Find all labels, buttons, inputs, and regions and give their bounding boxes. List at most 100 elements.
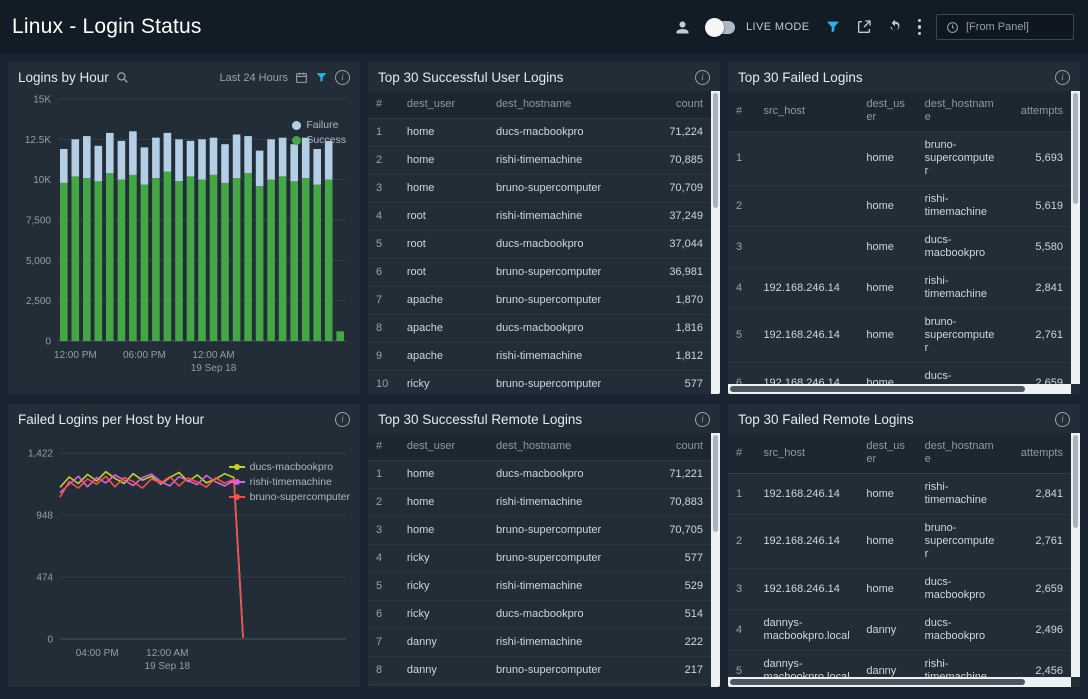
table-row[interactable]: 6rootbruno-supercomputer36,981 — [368, 259, 711, 287]
table-row[interactable]: 1homebruno-supercomputer5,693 — [728, 132, 1071, 186]
scrollbar-thumb[interactable] — [1073, 435, 1078, 528]
column-header[interactable]: dest_user — [858, 433, 916, 473]
table-row[interactable]: 2homerishi-timemachine5,619 — [728, 186, 1071, 227]
info-icon[interactable] — [1055, 412, 1070, 427]
svg-text:7,500: 7,500 — [26, 216, 51, 227]
table-row[interactable]: 5192.168.246.14homebruno-supercomputer2,… — [728, 309, 1071, 363]
column-header[interactable]: dest_user — [858, 91, 916, 131]
vertical-scrollbar[interactable] — [1071, 433, 1080, 677]
table-row[interactable]: 8apacheducs-macbookpro1,816 — [368, 315, 711, 343]
more-menu-icon[interactable] — [918, 19, 922, 36]
column-header[interactable]: count — [642, 433, 711, 460]
scrollbar-thumb[interactable] — [730, 679, 1025, 685]
cell: home — [858, 193, 916, 220]
export-icon[interactable] — [856, 19, 872, 35]
table-row[interactable]: 5rickyrishi-timemachine529 — [368, 573, 711, 601]
cell: home — [858, 576, 916, 603]
table-row[interactable]: 3homebruno-supercomputer70,709 — [368, 175, 711, 203]
cell: bruno-supercomputer — [917, 309, 1006, 362]
info-icon[interactable] — [335, 412, 350, 427]
table-row[interactable]: 4192.168.246.14homerishi-timemachine2,84… — [728, 268, 1071, 309]
info-icon[interactable] — [1055, 70, 1070, 85]
table-row[interactable]: 2homerishi-timemachine70,885 — [368, 147, 711, 175]
column-header[interactable]: count — [642, 91, 711, 118]
vertical-scrollbar[interactable] — [1071, 91, 1080, 384]
table-row[interactable]: 6rickyducs-macbookpro514 — [368, 601, 711, 629]
table-row[interactable]: 3homebruno-supercomputer70,705 — [368, 517, 711, 545]
table-row[interactable]: 4dannys-macbookpro.localdannyducs-macboo… — [728, 610, 1071, 651]
time-range-label[interactable]: Last 24 Hours — [220, 72, 288, 84]
column-header[interactable]: # — [728, 440, 755, 467]
legend-item[interactable]: bruno-supercomputer — [229, 491, 350, 503]
column-header[interactable]: # — [368, 433, 399, 460]
live-mode-toggle[interactable] — [705, 21, 735, 34]
cell: 4 — [728, 275, 755, 302]
column-header[interactable]: dest_hostname — [488, 91, 642, 118]
filter-icon[interactable] — [825, 19, 841, 35]
column-header[interactable]: # — [368, 91, 399, 118]
info-icon[interactable] — [335, 70, 350, 85]
cell: bruno-supercomputer — [917, 132, 1006, 185]
panel-failed-logins: Top 30 Failed Logins #src_hostdest_userd… — [728, 62, 1080, 394]
scrollbar-thumb[interactable] — [713, 435, 718, 532]
cell: 577 — [642, 545, 711, 572]
legend-item[interactable]: Failure — [292, 119, 346, 131]
column-header[interactable]: dest_hostname — [917, 91, 1006, 131]
horizontal-scrollbar[interactable] — [728, 384, 1071, 394]
line-chart[interactable]: ducs-macbookpro rishi-timemachine bruno-su… — [8, 433, 360, 687]
table-row[interactable]: 8dannybruno-supercomputer217 — [368, 657, 711, 685]
panel-title: Top 30 Failed Remote Logins — [738, 412, 914, 427]
table-row[interactable]: 7apachebruno-supercomputer1,870 — [368, 287, 711, 315]
bar-chart[interactable]: FailureSuccess 02,5005,0007,50010K12.5K1… — [8, 91, 360, 394]
vertical-scrollbar[interactable] — [711, 91, 720, 394]
svg-text:2,500: 2,500 — [26, 296, 51, 307]
panel-filter-icon[interactable] — [315, 71, 328, 84]
table-row[interactable]: 4rootrishi-timemachine37,249 — [368, 203, 711, 231]
cell: rishi-timemachine — [488, 629, 642, 656]
column-header[interactable]: dest_user — [399, 433, 488, 460]
table-row[interactable]: 1homeducs-macbookpro71,221 — [368, 461, 711, 489]
svg-text:1,422: 1,422 — [28, 449, 53, 460]
cell: home — [399, 517, 488, 544]
info-icon[interactable] — [695, 412, 710, 427]
table-row[interactable]: 9apacherishi-timemachine1,812 — [368, 343, 711, 371]
calendar-icon[interactable] — [295, 71, 308, 84]
cell: rishi-timemachine — [917, 186, 1006, 226]
legend-item[interactable]: Success — [292, 134, 346, 146]
column-header[interactable]: attempts — [1006, 98, 1071, 125]
svg-text:15K: 15K — [33, 95, 51, 106]
table-row[interactable]: 1192.168.246.14homerishi-timemachine2,84… — [728, 474, 1071, 515]
table-row[interactable]: 2192.168.246.14homebruno-supercomputer2,… — [728, 515, 1071, 569]
column-header[interactable]: attempts — [1006, 440, 1071, 467]
column-header[interactable]: dest_hostname — [917, 433, 1006, 473]
scrollbar-thumb[interactable] — [1073, 93, 1078, 204]
time-range-select[interactable]: [From Panel] — [936, 14, 1074, 40]
vertical-scrollbar[interactable] — [711, 433, 720, 687]
table-row[interactable]: 10rickybruno-supercomputer577 — [368, 371, 711, 394]
legend-item[interactable]: ducs-macbookpro — [229, 461, 350, 473]
scrollbar-thumb[interactable] — [713, 93, 718, 208]
column-header[interactable]: dest_user — [399, 91, 488, 118]
legend-label: ducs-macbookpro — [250, 461, 333, 473]
table-row[interactable]: 1homeducs-macbookpro71,224 — [368, 119, 711, 147]
table-row[interactable]: 4rickybruno-supercomputer577 — [368, 545, 711, 573]
horizontal-scrollbar[interactable] — [728, 677, 1071, 687]
table-row[interactable]: 3192.168.246.14homeducs-macbookpro2,659 — [728, 569, 1071, 610]
table-row[interactable]: 2homerishi-timemachine70,883 — [368, 489, 711, 517]
column-header[interactable]: dest_hostname — [488, 433, 642, 460]
table-row[interactable]: 3homeducs-macbookpro5,580 — [728, 227, 1071, 268]
user-icon[interactable] — [675, 20, 690, 35]
legend-label: Success — [306, 134, 346, 146]
panel-title: Logins by Hour — [18, 70, 109, 85]
column-header[interactable]: src_host — [755, 440, 858, 467]
cell: apache — [399, 287, 488, 314]
table-row[interactable]: 5rootducs-macbookpro37,044 — [368, 231, 711, 259]
zoom-icon[interactable] — [116, 71, 129, 84]
table-row[interactable]: 7dannyrishi-timemachine222 — [368, 629, 711, 657]
legend-item[interactable]: rishi-timemachine — [229, 476, 350, 488]
scrollbar-thumb[interactable] — [730, 386, 1025, 392]
column-header[interactable]: # — [728, 98, 755, 125]
refresh-icon[interactable] — [887, 19, 903, 35]
info-icon[interactable] — [695, 70, 710, 85]
column-header[interactable]: src_host — [755, 98, 858, 125]
